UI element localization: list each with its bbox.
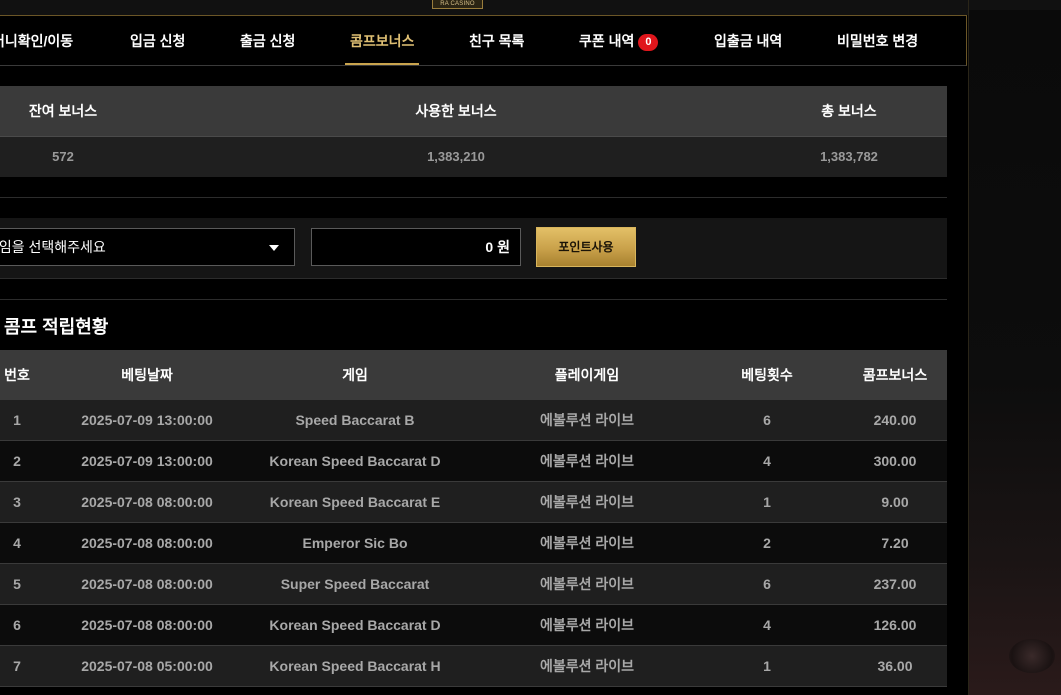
point-amount-input[interactable]: 0 원 <box>311 228 521 266</box>
table-row: 7 2025-07-08 05:00:00 Korean Speed Bacca… <box>0 646 947 687</box>
table-row: 2 2025-07-09 13:00:00 Korean Speed Bacca… <box>0 441 947 482</box>
table-row: 3 2025-07-08 08:00:00 Korean Speed Bacca… <box>0 482 947 523</box>
nav-tab-money-check[interactable]: 머니확인/이동 <box>0 16 73 65</box>
nav-tab-change-password[interactable]: 비밀번호 변경 <box>837 16 918 65</box>
divider <box>0 197 947 198</box>
col-header-bet-date: 베팅날짜 <box>121 367 173 383</box>
section-title: 콤프 적립현황 <box>4 317 109 337</box>
cell-bet-date: 2025-07-09 13:00:00 <box>81 453 213 469</box>
use-points-button[interactable]: 포인트사용 <box>536 227 636 267</box>
col-header-play-game: 플레이게임 <box>554 367 620 383</box>
cell-number: 1 <box>13 412 21 428</box>
cell-comp-bonus: 237.00 <box>873 576 917 592</box>
cell-bet-count: 4 <box>763 617 771 633</box>
remaining-bonus-header: 잔여 보너스 <box>28 103 98 119</box>
nav-tab-transactions[interactable]: 입출금 내역 <box>714 16 782 65</box>
cell-bet-date: 2025-07-08 08:00:00 <box>81 576 213 592</box>
used-bonus-header: 사용한 보너스 <box>415 103 497 119</box>
table-row: 5 2025-07-08 08:00:00 Super Speed Baccar… <box>0 564 947 605</box>
cell-game: Korean Speed Baccarat H <box>269 658 441 674</box>
col-header-game: 게임 <box>342 367 368 383</box>
background-top-strip <box>968 0 1061 10</box>
nav-tab-withdraw[interactable]: 출금 신청 <box>240 16 295 65</box>
cell-bet-date: 2025-07-08 05:00:00 <box>81 658 213 674</box>
divider <box>0 299 947 300</box>
cell-play-game: 에볼루션 라이브 <box>539 658 635 674</box>
cell-bet-date: 2025-07-08 08:00:00 <box>81 617 213 633</box>
cell-play-game: 에볼루션 라이브 <box>539 412 635 428</box>
cell-number: 2 <box>13 453 21 469</box>
background-glow <box>1009 639 1055 673</box>
cell-bet-count: 6 <box>763 412 771 428</box>
cell-comp-bonus: 36.00 <box>877 658 913 674</box>
cell-bet-date: 2025-07-08 08:00:00 <box>81 535 213 551</box>
col-header-comp-bonus: 콤프보너스 <box>862 367 928 383</box>
nav-tab-comp-bonus[interactable]: 콤프보너스 <box>344 16 420 65</box>
nav-tab-friends[interactable]: 친구 목록 <box>469 16 524 65</box>
cell-play-game: 에볼루션 라이브 <box>539 576 635 592</box>
nav-tab-deposit[interactable]: 입금 신청 <box>130 16 185 65</box>
cell-bet-count: 1 <box>763 658 771 674</box>
chevron-down-icon <box>269 245 279 251</box>
account-nav: 머니확인/이동 입금 신청 출금 신청 콤프보너스 친구 목록 쿠폰 내역 0 입… <box>0 15 967 66</box>
cell-game: Emperor Sic Bo <box>302 535 408 551</box>
total-bonus-header: 총 보너스 <box>821 103 877 119</box>
cell-bet-date: 2025-07-08 08:00:00 <box>81 494 213 510</box>
divider <box>0 278 947 279</box>
col-header-bet-count: 베팅횟수 <box>741 367 793 383</box>
table-row: 1 2025-07-09 13:00:00 Speed Baccarat B 에… <box>0 400 947 441</box>
game-select[interactable]: 게임을 선택해주세요 <box>0 228 295 266</box>
point-use-form: 게임을 선택해주세요 0 원 포인트사용 <box>0 218 947 278</box>
cell-number: 3 <box>13 494 21 510</box>
cell-play-game: 에볼루션 라이브 <box>539 617 635 633</box>
point-amount-value: 0 <box>485 239 494 255</box>
cell-comp-bonus: 300.00 <box>873 453 917 469</box>
cell-bet-date: 2025-07-09 13:00:00 <box>81 412 213 428</box>
bonus-summary-values: 572 1,383,210 1,383,782 <box>0 137 947 177</box>
cell-comp-bonus: 9.00 <box>881 494 909 510</box>
page-background-right <box>968 0 1061 695</box>
top-bar: RA CASINO <box>0 0 968 15</box>
cell-game: Korean Speed Baccarat D <box>269 453 441 469</box>
cell-number: 5 <box>13 576 21 592</box>
remaining-bonus-value: 572 <box>52 149 74 164</box>
cell-comp-bonus: 7.20 <box>881 535 909 551</box>
table-header: 번호 베팅날짜 게임 플레이게임 베팅횟수 콤프보너스 <box>0 350 947 400</box>
cell-number: 4 <box>13 535 21 551</box>
cell-game: Korean Speed Baccarat D <box>269 617 441 633</box>
col-header-number: 번호 <box>4 367 30 383</box>
game-select-text: 게임을 선택해주세요 <box>0 239 106 255</box>
content-edge-line <box>968 0 969 695</box>
cell-number: 7 <box>13 658 21 674</box>
cell-play-game: 에볼루션 라이브 <box>539 453 635 469</box>
bonus-summary-header: 잔여 보너스 사용한 보너스 총 보너스 <box>0 86 947 137</box>
nav-tab-coupons-label: 쿠폰 내역 <box>579 33 635 49</box>
cell-comp-bonus: 240.00 <box>873 412 917 428</box>
total-bonus-value: 1,383,782 <box>820 149 878 164</box>
nav-tab-coupons[interactable]: 쿠폰 내역 0 <box>579 16 659 65</box>
site-logo[interactable]: RA CASINO <box>432 0 483 9</box>
cell-bet-count: 2 <box>763 535 771 551</box>
cell-bet-count: 4 <box>763 453 771 469</box>
cell-play-game: 에볼루션 라이브 <box>539 535 635 551</box>
table-row: 4 2025-07-08 08:00:00 Emperor Sic Bo 에볼루… <box>0 523 947 564</box>
cell-game: Korean Speed Baccarat E <box>269 494 441 510</box>
cell-game: Speed Baccarat B <box>295 412 415 428</box>
used-bonus-value: 1,383,210 <box>427 149 485 164</box>
cell-bet-count: 6 <box>763 576 771 592</box>
cell-play-game: 에볼루션 라이브 <box>539 494 635 510</box>
coupon-count-badge: 0 <box>638 34 659 51</box>
point-amount-unit: 원 <box>497 239 510 255</box>
table-row: 6 2025-07-08 08:00:00 Korean Speed Bacca… <box>0 605 947 646</box>
cell-comp-bonus: 126.00 <box>873 617 917 633</box>
cell-number: 6 <box>13 617 21 633</box>
cell-game: Super Speed Baccarat <box>280 576 430 592</box>
cell-bet-count: 1 <box>763 494 771 510</box>
